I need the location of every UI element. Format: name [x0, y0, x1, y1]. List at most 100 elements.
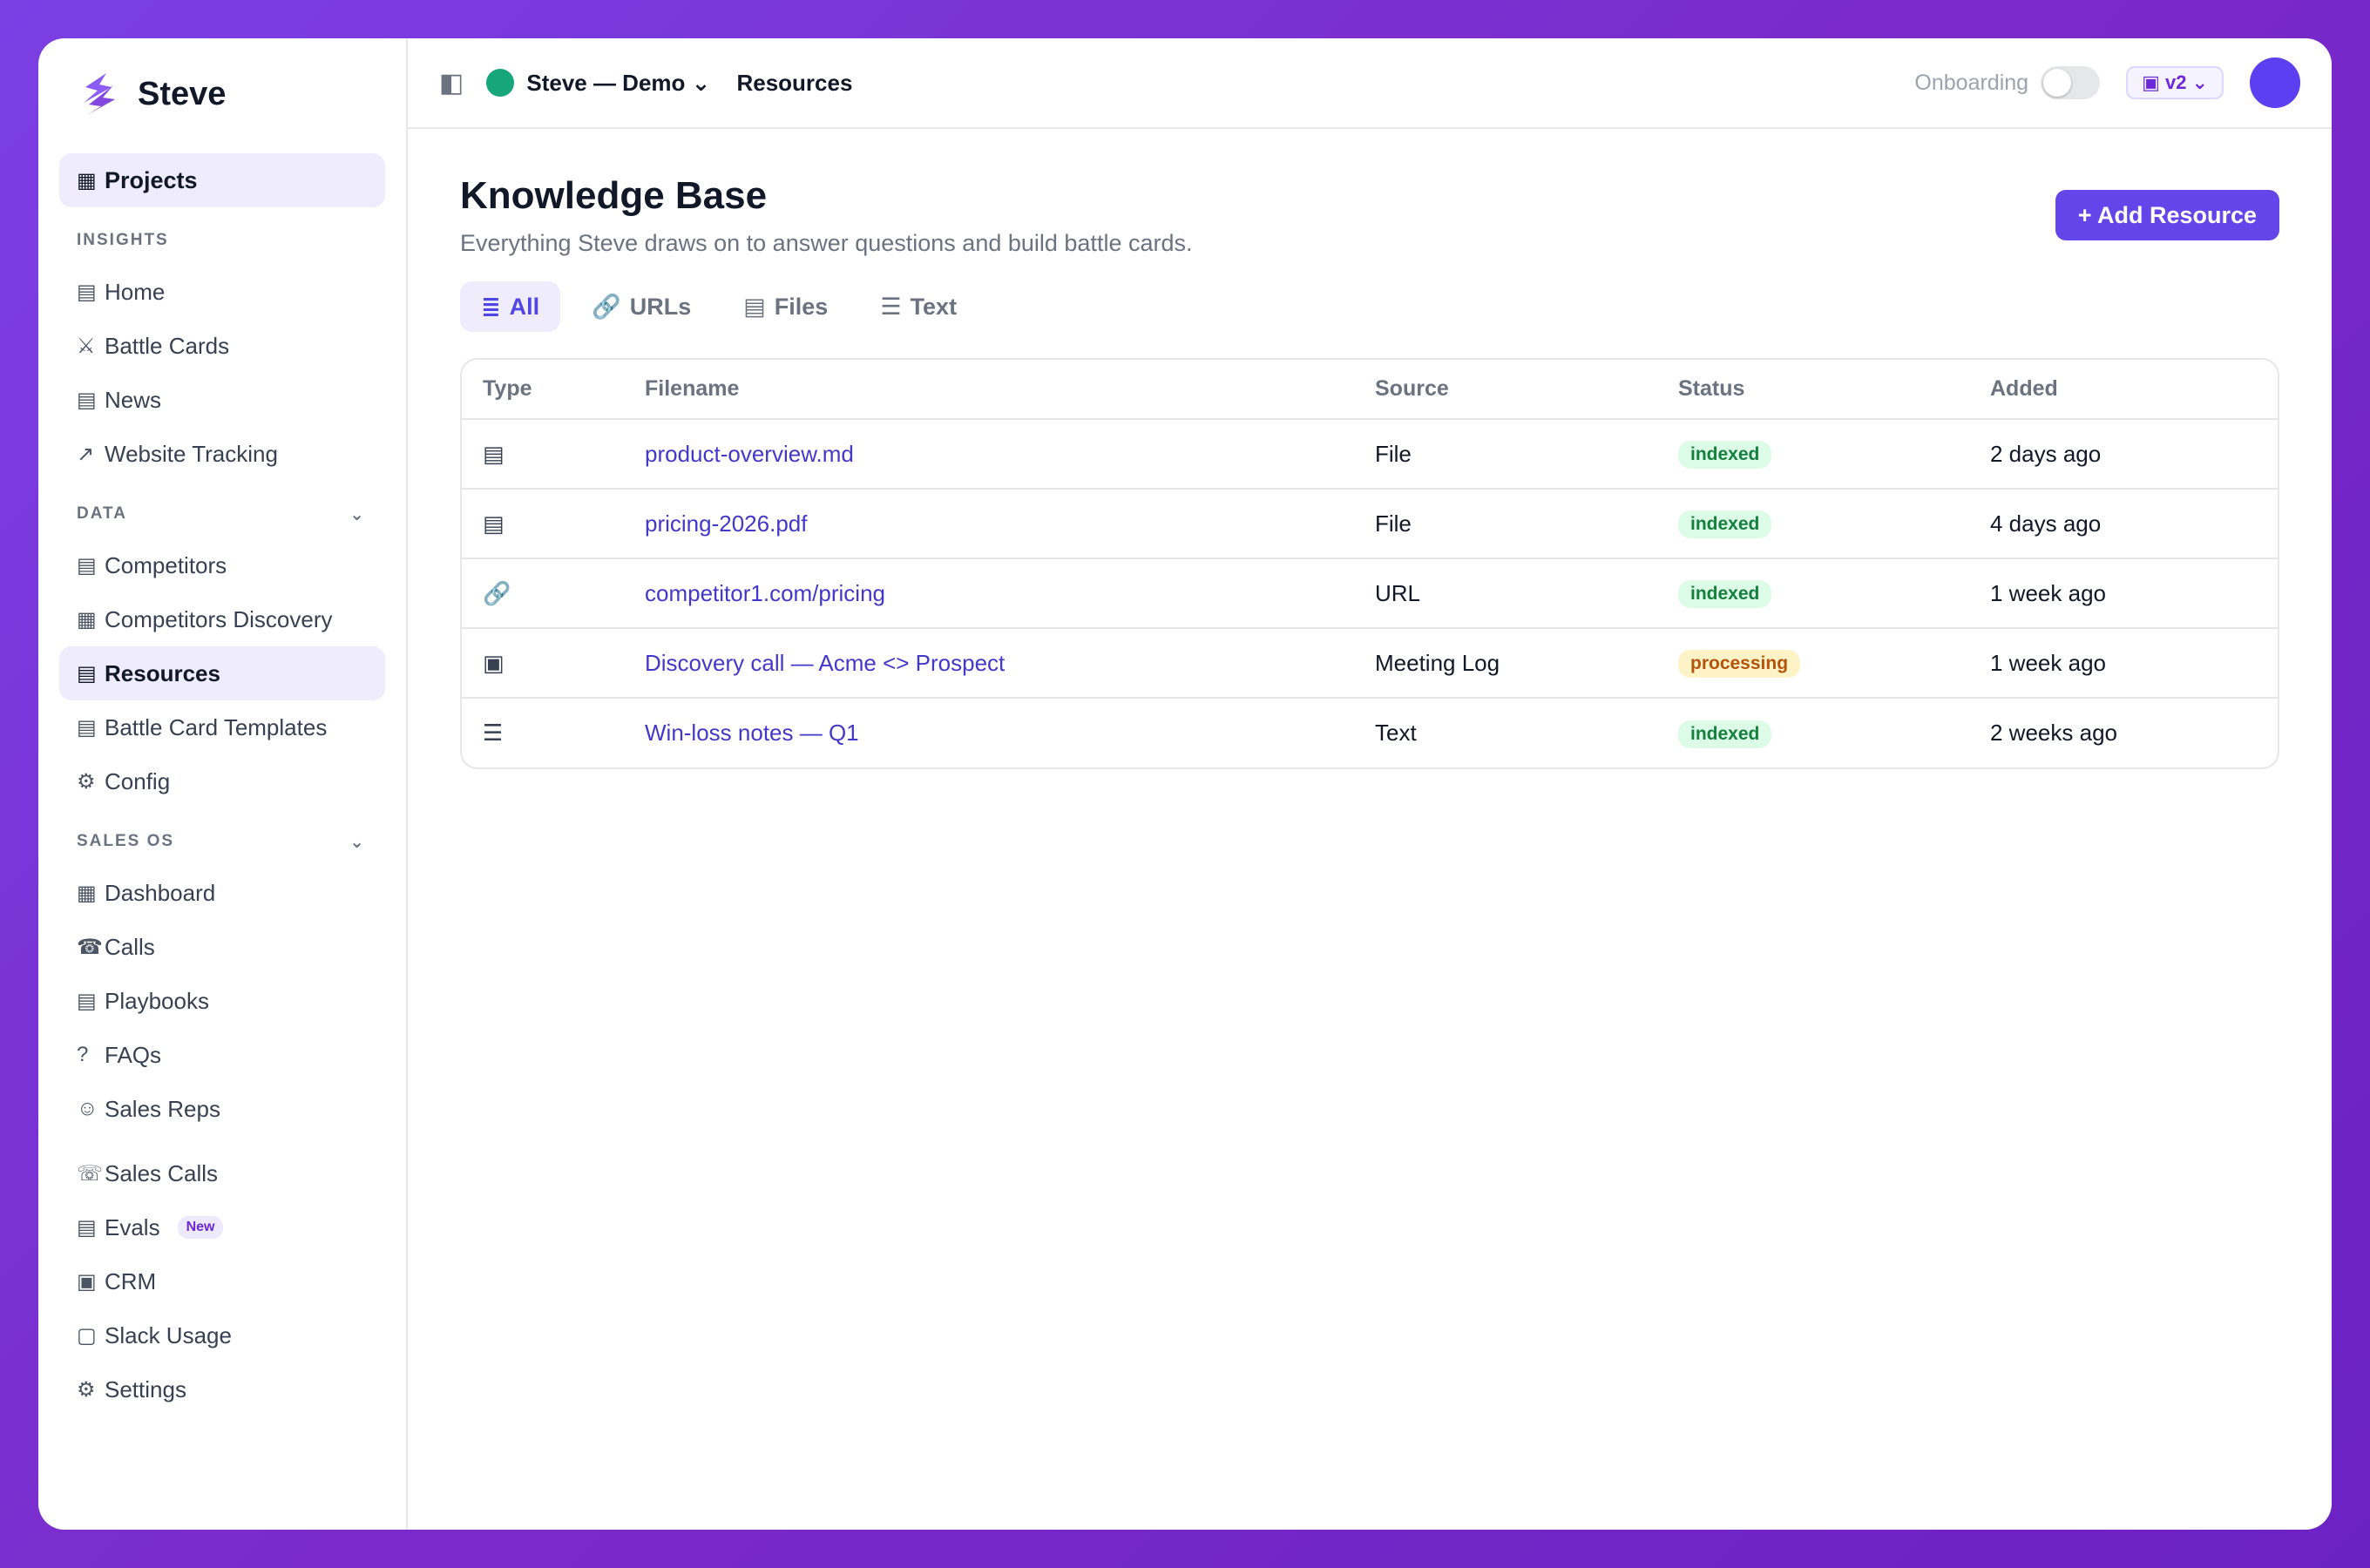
app-window: Steve ▦ Projects INSIGHTS ▤ Home ⚔ Battl… — [38, 38, 2332, 1530]
sidebar-item-projects[interactable]: ▦ Projects — [59, 153, 385, 207]
project-avatar — [486, 69, 515, 97]
tab-text[interactable]: ☰ Text — [859, 281, 978, 332]
tab-label: All — [509, 293, 540, 320]
status-badge: processing — [1678, 650, 1801, 678]
filename-link[interactable]: pricing-2026.pdf — [624, 489, 1354, 559]
onboarding-toggle[interactable] — [2041, 66, 2101, 99]
sidebar-item-news[interactable]: ▤ News — [59, 373, 385, 427]
gear-icon: ⚙ — [77, 769, 96, 794]
document-icon: ▤ — [77, 661, 97, 686]
document-icon: ▤ — [77, 715, 97, 740]
sidebar-item-label: Settings — [105, 1375, 186, 1402]
column-header-status[interactable]: Status — [1657, 360, 1969, 420]
project-switcher[interactable]: Steve — Demo ⌄ — [526, 70, 710, 97]
tab-label: URLs — [629, 293, 692, 320]
sidebar-item-slack-usage[interactable]: ▢ Slack Usage — [59, 1308, 385, 1362]
tab-urls[interactable]: 🔗 URLs — [571, 281, 712, 332]
table-row[interactable]: ▣ Discovery call — Acme <> Prospect Meet… — [462, 628, 2278, 699]
filename-link[interactable]: Discovery call — Acme <> Prospect — [624, 628, 1354, 699]
sidebar-item-battle-cards[interactable]: ⚔ Battle Cards — [59, 319, 385, 373]
filename-link[interactable]: product-overview.md — [624, 419, 1354, 490]
sidebar: Steve ▦ Projects INSIGHTS ▤ Home ⚔ Battl… — [38, 38, 408, 1530]
resources-table: Type Filename Source Status Added ▤ prod… — [460, 358, 2279, 769]
section-title: INSIGHTS — [77, 231, 169, 249]
sidebar-item-competitors[interactable]: ▤ Competitors — [59, 538, 385, 592]
sidebar-item-dashboard[interactable]: ▦ Dashboard — [59, 866, 385, 920]
sidebar-item-label: News — [105, 386, 162, 413]
table-row[interactable]: 🔗 competitor1.com/pricing URL indexed 1 … — [462, 558, 2278, 629]
document-icon: ▤ — [77, 280, 97, 304]
column-header-filename[interactable]: Filename — [624, 360, 1354, 420]
sidebar-item-website-tracking[interactable]: ↗ Website Tracking — [59, 427, 385, 481]
sidebar-item-evals[interactable]: ▤ Evals New — [59, 1200, 385, 1254]
section-header-data[interactable]: DATA ⌄ — [59, 497, 385, 531]
sidebar-item-competitors-discovery[interactable]: ▦ Competitors Discovery — [59, 592, 385, 646]
column-header-type[interactable]: Type — [462, 360, 624, 420]
sidebar-item-battle-card-templates[interactable]: ▤ Battle Card Templates — [59, 700, 385, 754]
sidebar-toggle-icon[interactable]: ◧ — [439, 68, 464, 98]
table-row[interactable]: ▤ pricing-2026.pdf File indexed 4 days a… — [462, 489, 2278, 559]
sidebar-item-resources[interactable]: ▤ Resources — [59, 646, 385, 700]
sidebar-item-label: Playbooks — [105, 987, 209, 1014]
toggle-knob — [2043, 69, 2072, 97]
sidebar-item-label: Projects — [105, 166, 198, 193]
breadcrumb: Resources — [736, 69, 853, 96]
user-avatar[interactable] — [2250, 57, 2300, 108]
sidebar-item-config[interactable]: ⚙ Config — [59, 754, 385, 808]
sidebar-item-label: Sales Reps — [105, 1095, 220, 1122]
text-icon: ☰ — [880, 293, 902, 320]
onboarding-label: Onboarding — [1914, 70, 2029, 95]
sidebar-item-sales-reps[interactable]: ☺ Sales Reps — [59, 1082, 385, 1136]
table-row[interactable]: ☰ Win-loss notes — Q1 Text indexed 2 wee… — [462, 698, 2278, 767]
sidebar-item-label: Battle Cards — [105, 332, 230, 359]
status-cell: indexed — [1657, 419, 1969, 490]
sidebar-item-playbooks[interactable]: ▤ Playbooks — [59, 974, 385, 1028]
added-cell: 2 days ago — [1969, 419, 2278, 490]
sidebar-item-label: CRM — [105, 1267, 157, 1294]
add-resource-button[interactable]: + Add Resource — [2055, 190, 2279, 240]
status-cell: indexed — [1657, 698, 1969, 767]
sidebar-item-crm[interactable]: ▣ CRM — [59, 1254, 385, 1308]
sidebar-item-settings[interactable]: ⚙ Settings — [59, 1362, 385, 1416]
phone-icon: ☏ — [77, 1161, 104, 1186]
sidebar-item-home[interactable]: ▤ Home — [59, 265, 385, 319]
text-icon: ☰ — [483, 720, 504, 746]
gear-icon: ⚙ — [77, 1377, 96, 1402]
sidebar-item-label: Home — [105, 278, 166, 305]
tab-all[interactable]: ≣ All — [460, 281, 561, 332]
column-header-added[interactable]: Added — [1969, 360, 2278, 420]
status-cell: indexed — [1657, 558, 1969, 629]
column-header-source[interactable]: Source — [1354, 360, 1657, 420]
chevron-down-icon: ⌄ — [349, 832, 364, 852]
source-cell: Text — [1375, 720, 1417, 746]
table-row[interactable]: ▤ product-overview.md File indexed 2 day… — [462, 419, 2278, 490]
source-cell: File — [1354, 419, 1657, 490]
knowledge-base-page: Knowledge Base Everything Steve draws on… — [408, 129, 2332, 769]
brand[interactable]: Steve — [59, 38, 385, 150]
section-header-sales-os[interactable]: SALES OS ⌄ — [59, 824, 385, 859]
version-selector[interactable]: ▣ v2 ⌄ — [2126, 66, 2224, 99]
file-icon: ▤ — [462, 489, 624, 559]
sidebar-item-calls[interactable]: ☎ Calls — [59, 920, 385, 974]
brand-name: Steve — [138, 75, 227, 112]
link-icon: 🔗 — [462, 558, 624, 629]
source-cell: URL — [1354, 558, 1657, 629]
added-cell: 4 days ago — [1969, 489, 2278, 559]
sidebar-item-sales-calls[interactable]: ☏ Sales Calls — [59, 1146, 385, 1200]
document-icon: ▤ — [77, 1215, 97, 1240]
project-name: Steve — Demo — [526, 69, 686, 96]
status-badge: indexed — [1678, 720, 1772, 748]
sidebar-item-faqs[interactable]: ? FAQs — [59, 1028, 385, 1082]
tab-label: Files — [774, 293, 829, 320]
tab-files[interactable]: ▤ Files — [722, 281, 849, 332]
sidebar-item-label: Evals — [105, 1213, 160, 1240]
section-header-insights[interactable]: INSIGHTS — [59, 223, 385, 258]
sidebar-item-label: Website Tracking — [105, 440, 278, 467]
source-cell: File — [1354, 489, 1657, 559]
filename-link[interactable]: competitor1.com/pricing — [624, 558, 1354, 629]
list-icon: ≣ — [481, 293, 501, 320]
meeting-icon: ▣ — [462, 628, 624, 699]
filename-link[interactable]: Win-loss notes — Q1 — [624, 698, 1354, 767]
brand-logo-icon — [84, 73, 115, 115]
chevron-down-icon: ⌄ — [349, 504, 364, 524]
